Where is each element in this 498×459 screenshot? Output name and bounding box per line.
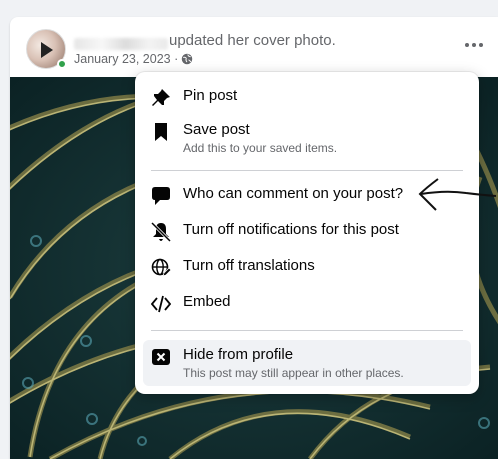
post-options-menu: Pin post Save post Add this to your save… [135, 72, 479, 394]
bell-off-icon [151, 222, 171, 242]
menu-divider [151, 170, 463, 171]
online-status-dot [57, 59, 67, 69]
pin-icon [151, 88, 171, 108]
code-icon [151, 294, 171, 314]
globe-edit-icon [151, 258, 171, 278]
close-box-icon [151, 347, 171, 367]
save-post-label: Save post [183, 121, 250, 138]
post-date-row[interactable]: January 23, 2023 · [74, 52, 193, 66]
globe-icon [182, 53, 193, 65]
menu-item-save-post[interactable]: Save post Add this to your saved items. [143, 120, 471, 160]
hide-from-profile-label: Hide from profile [183, 346, 294, 363]
author-name-redacted[interactable] [74, 38, 168, 50]
who-can-comment-label: Who can comment on your post? [183, 185, 404, 202]
menu-item-turn-off-translations[interactable]: Turn off translations [143, 256, 471, 284]
comment-icon [151, 186, 171, 206]
turn-off-notifications-label: Turn off notifications for this post [183, 221, 399, 238]
hide-from-profile-description: This post may still appear in other plac… [183, 366, 404, 380]
menu-item-turn-off-notifications[interactable]: Turn off notifications for this post [143, 220, 471, 248]
menu-item-hide-from-profile[interactable]: Hide from profile This post may still ap… [143, 340, 471, 386]
more-options-button[interactable] [462, 37, 486, 53]
save-post-description: Add this to your saved items. [183, 141, 338, 155]
menu-item-embed[interactable]: Embed [143, 292, 471, 320]
menu-divider [151, 330, 463, 331]
more-icon [465, 43, 469, 47]
pin-post-label: Pin post [183, 87, 238, 104]
embed-label: Embed [183, 293, 231, 310]
post-date[interactable]: January 23, 2023 · [74, 52, 178, 66]
menu-item-pin-post[interactable]: Pin post [143, 86, 471, 114]
play-icon [41, 42, 53, 58]
hand-drawn-arrow-annotation [418, 178, 497, 211]
post-action-text: updated her cover photo. [169, 32, 336, 49]
turn-off-translations-label: Turn off translations [183, 257, 315, 274]
bookmark-icon [151, 122, 171, 142]
